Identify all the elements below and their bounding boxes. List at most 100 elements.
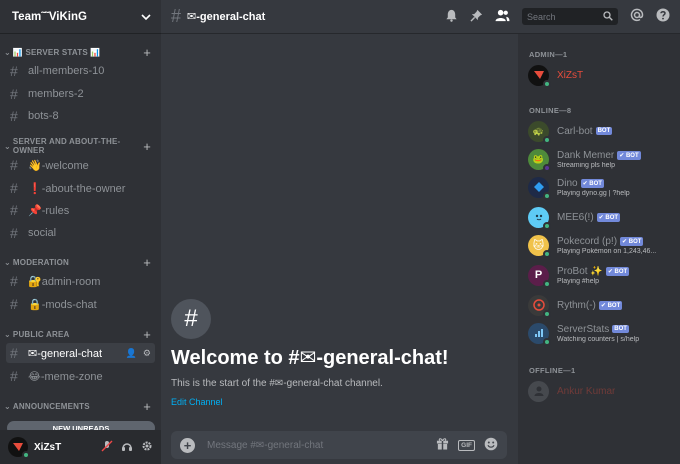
message-composer[interactable]: + Message #✉-general-chat GIF	[171, 431, 507, 459]
status-online-indicator	[543, 221, 551, 230]
microphone-muted-icon[interactable]	[101, 440, 113, 455]
hash-icon: #	[171, 299, 211, 339]
channel-label: social	[28, 227, 57, 239]
channel-mods-chat[interactable]: # 🔒-mods-chat	[6, 294, 155, 314]
category-public-area[interactable]: ⌄ PUBLIC AREA +	[0, 327, 161, 342]
emoji-icon[interactable]	[484, 437, 498, 454]
member-carl-bot[interactable]: 🐢 Carl-bot BOT	[528, 118, 676, 144]
avatar: P	[528, 264, 551, 288]
category-server-owner[interactable]: ⌄ SERVER AND ABOUT-THE-OWNER +	[0, 137, 161, 155]
channel-welcome[interactable]: # 👋-welcome	[6, 155, 155, 175]
member-probot[interactable]: P ProBot ✨ ✔ BOT Playing #help	[528, 262, 676, 288]
add-channel-icon[interactable]: +	[143, 255, 151, 270]
bot-label: BOT	[605, 214, 619, 221]
gift-icon[interactable]	[436, 437, 449, 453]
hash-icon: #	[10, 225, 18, 241]
mention-icon[interactable]	[630, 8, 644, 25]
upload-plus-icon[interactable]: +	[180, 437, 195, 453]
message-input[interactable]: Message #✉-general-chat	[207, 440, 323, 451]
gear-icon[interactable]: ⚙	[143, 348, 151, 359]
member-name: Carl-bot	[557, 125, 593, 137]
member-name: Ankur Kumar	[557, 385, 616, 397]
member-name: Pokecord (p!)	[557, 235, 618, 247]
chevron-down-icon: ⌄	[4, 401, 11, 411]
member-dank-memer[interactable]: 🐸 Dank Memer ✔ BOT Streaming pls help	[528, 146, 676, 172]
bot-label: BOT	[628, 238, 642, 245]
hash-icon: #	[10, 273, 18, 289]
member-activity: Playing Pokémon on 1,243,46...	[557, 247, 657, 255]
add-channel-icon[interactable]: +	[143, 327, 151, 342]
member-name: Dino	[557, 177, 578, 189]
chevron-down-icon: ⌄	[4, 141, 11, 151]
category-announcements[interactable]: ⌄ ANNOUNCEMENTS +	[0, 399, 161, 414]
member-rythm[interactable]: Rythm(-) ✔ BOT	[528, 292, 676, 318]
category-moderation[interactable]: ⌄ MODERATION +	[0, 255, 161, 270]
channel-meme-zone[interactable]: # 😂-meme-zone	[6, 366, 155, 386]
avatar	[528, 294, 551, 318]
member-list-icon[interactable]	[495, 9, 510, 25]
invite-icon[interactable]: 👤	[126, 348, 137, 359]
channel-about-owner[interactable]: # ❗-about-the-owner	[6, 178, 155, 198]
status-online-indicator	[543, 249, 551, 258]
headphones-icon[interactable]	[121, 440, 133, 455]
gif-button[interactable]: GIF	[458, 439, 475, 451]
chevron-down-icon: ⌄	[4, 47, 11, 57]
channel-label: 📌-rules	[28, 204, 70, 217]
hash-icon: #	[171, 6, 182, 26]
gear-icon[interactable]	[141, 440, 153, 455]
bot-badge: BOT	[595, 127, 613, 135]
pin-icon[interactable]	[470, 9, 483, 25]
chevron-down-icon: ⌄	[4, 257, 11, 267]
avatar	[528, 206, 551, 230]
channel-all-members[interactable]: # all-members-10	[6, 61, 155, 81]
member-ankur-kumar[interactable]: Ankur Kumar	[528, 378, 676, 404]
hash-icon: #	[10, 296, 18, 312]
guild-header[interactable]: Team˜˜ViKinG	[0, 0, 161, 34]
channel-title: ✉-general-chat	[187, 11, 266, 23]
channel-label: all-members-10	[28, 65, 105, 77]
edit-channel-link[interactable]: Edit Channel	[171, 397, 449, 407]
channel-label: 🔒-mods-chat	[28, 298, 97, 311]
status-online-indicator	[543, 135, 551, 144]
member-serverstats[interactable]: ServerStats BOT Watching counters | s/help	[528, 320, 676, 346]
add-channel-icon[interactable]: +	[143, 399, 151, 414]
verified-bot-badge: ✔ BOT	[598, 300, 623, 310]
hash-icon: #	[10, 180, 18, 196]
welcome-subtitle: This is the start of the #✉-general-chat…	[171, 378, 383, 389]
member-pokecord[interactable]: 🐱 Pokecord (p!) ✔ BOT Playing Pokémon on 1…	[528, 232, 676, 258]
channel-label: 😂-meme-zone	[28, 370, 103, 383]
status-online-indicator	[543, 79, 551, 88]
bot-badge: BOT	[612, 325, 629, 333]
category-server-stats[interactable]: ⌄ 📊 SERVER STATS 📊 +	[0, 45, 161, 60]
status-online-indicator	[543, 337, 551, 346]
user-panel: XiZsT	[0, 430, 161, 464]
member-mee6[interactable]: MEE6(!) ✔ BOT	[528, 204, 676, 230]
status-online-indicator	[543, 191, 551, 200]
channel-admin-room[interactable]: # 🔐admin-room	[6, 271, 155, 291]
bell-icon[interactable]	[445, 9, 458, 25]
member-name: MEE6(!)	[557, 211, 594, 223]
welcome-title: Welcome to #✉-general-chat!	[171, 347, 449, 369]
status-online-indicator	[543, 279, 551, 288]
channel-social[interactable]: # social	[6, 223, 155, 243]
chevron-down-icon[interactable]	[141, 12, 151, 22]
avatar	[528, 176, 551, 200]
member-name: XiZsT	[557, 69, 584, 81]
help-icon[interactable]	[656, 8, 670, 25]
member-activity: Watching counters | s/help	[557, 335, 640, 343]
verified-bot-badge: ✔ BOT	[596, 212, 621, 222]
bot-label: BOT	[614, 268, 628, 275]
member-xizst[interactable]: XiZsT	[528, 62, 676, 88]
member-dino[interactable]: Dino ✔ BOT Playing dyno.gg | ?help	[528, 174, 676, 200]
hash-icon: #	[10, 63, 18, 79]
channel-general-chat[interactable]: # ✉-general-chat 👤 ⚙	[6, 343, 155, 363]
channel-members[interactable]: # members-2	[6, 84, 155, 104]
add-channel-icon[interactable]: +	[143, 139, 151, 154]
add-channel-icon[interactable]: +	[143, 45, 151, 60]
avatar[interactable]	[8, 437, 30, 459]
chevron-down-icon: ⌄	[4, 329, 11, 339]
role-header-online: ONLINE—8	[529, 106, 572, 115]
channel-bots[interactable]: # bots-8	[6, 106, 155, 126]
search-input[interactable]: Search	[522, 8, 618, 25]
channel-rules[interactable]: # 📌-rules	[6, 200, 155, 220]
